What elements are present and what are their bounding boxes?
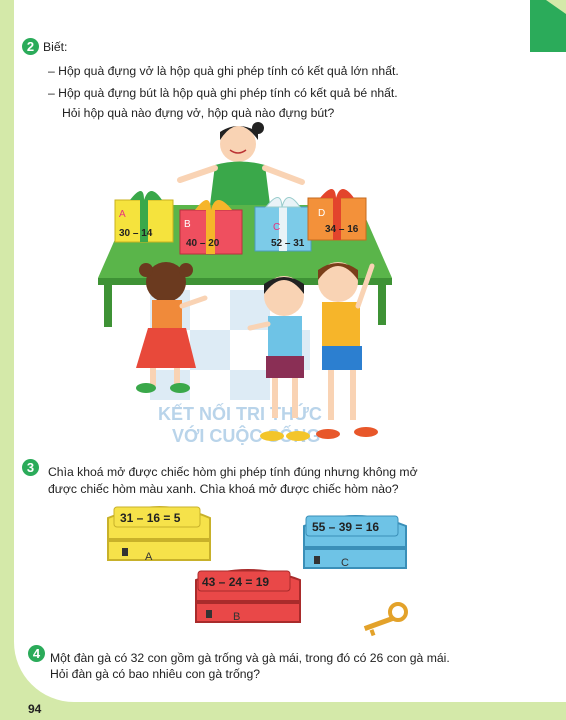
exercise-4-number: 4 [28,645,45,662]
exercise-3-line-2: được chiếc hòm màu xanh. Chìa khoá mở đư… [48,482,399,496]
boy-yellow-shirt [316,262,378,439]
chest-b-letter: B [233,611,240,623]
gift-box-d-letter: D [318,208,325,219]
gift-box-a-expression: 30 – 14 [119,228,153,239]
gift-box-d-expression: 34 – 16 [325,224,359,235]
illustration-layer: KẾT NỐI TRI THỨC VỚI CUỘC SỐNG A 30 – 14… [98,122,408,637]
exercise-3-number: 3 [22,459,39,476]
gift-box-c-letter: C [273,222,280,233]
key-icon [363,602,408,637]
gift-box-a-letter: A [119,209,126,220]
teacher-girl [177,122,305,205]
gift-box-c-expression: 52 – 31 [271,238,305,249]
chest-b-expression: 43 – 24 = 19 [202,575,269,589]
page-number: 94 [28,702,42,716]
chest-a-expression: 31 – 16 = 5 [120,511,181,525]
chest-c-letter: C [341,557,349,569]
chest-a-letter: A [145,551,153,563]
exercise-4-line-2: Hỏi đàn gà có bao nhiêu con gà trống? [50,667,261,681]
exercise-4-line-1: Một đàn gà có 32 con gồm gà trống và gà … [50,651,450,665]
gift-box-b-expression: 40 – 20 [186,238,220,249]
gift-box-b-letter: B [184,219,191,230]
chest-c-expression: 55 – 39 = 16 [312,520,379,534]
exercise-3-line-1: Chìa khoá mở được chiếc hòm ghi phép tín… [48,465,418,479]
